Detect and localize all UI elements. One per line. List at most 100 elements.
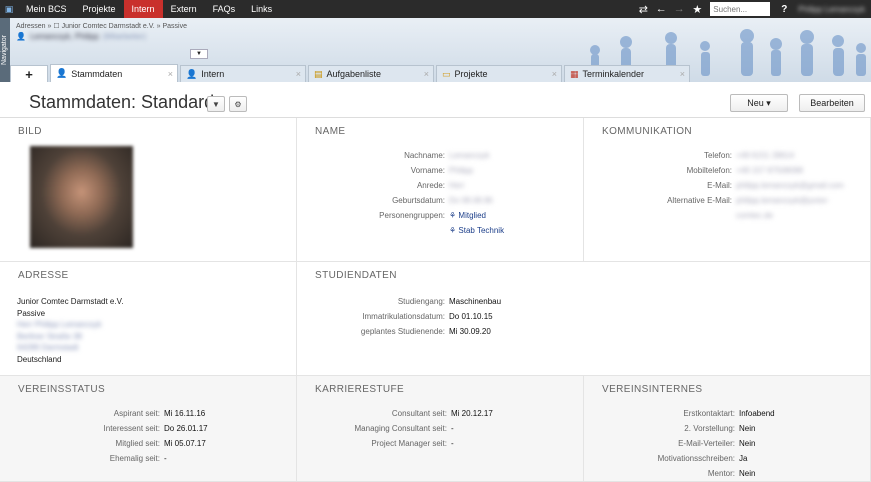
tab-label: Aufgabenliste [326,69,382,79]
section-heading: KARRIERESTUFE [315,384,405,395]
tab-label: Terminkalender [582,69,645,79]
new-button[interactable]: Neu ▾ [730,94,788,112]
field-value: Mi 20.12.17 [451,409,493,418]
field-label: E-Mail: [707,181,732,190]
field-label: Alternative E-Mail: [667,196,732,205]
gear-icon[interactable]: ⚙ [229,96,247,112]
help-button[interactable]: ? [776,4,792,15]
menu-intern[interactable]: Intern [123,0,163,18]
title-row: Stammdaten: Standard ▼ ⚙ Neu ▾ Bearbeite… [0,82,871,118]
field-value: Do 26.01.17 [164,424,208,433]
field-label: Telefon: [703,151,732,160]
close-icon[interactable]: × [424,69,429,79]
tab-aufgabenliste[interactable]: ▤ Aufgabenliste × [308,65,434,82]
email-link[interactable]: comtec.de [736,208,773,223]
panel-vereinsstatus: VEREINSSTATUS Aspirant seit: Mi 16.11.16 … [0,376,297,482]
section-heading: ADRESSE [18,270,69,281]
tab-stammdaten[interactable]: 👤 Stammdaten × [50,64,178,82]
field-value[interactable]: +49 6151 28614 [736,148,794,163]
user-name[interactable]: Philipp Lemancsyk [792,5,871,14]
tab-intern[interactable]: 👤 Intern × [180,65,306,82]
section-heading: NAME [315,126,346,137]
field-label: Managing Consultant seit: [354,424,448,433]
field-value: Lemancsyk [449,151,490,160]
close-icon[interactable]: × [296,69,301,79]
view-dropdown-button[interactable]: ▼ [207,96,225,112]
field-value: Do 01.10.15 [449,312,493,321]
tasklist-icon: ▤ [314,68,323,79]
field-value: Mi 05.07.17 [164,439,206,448]
refresh-icon[interactable]: ⇄ [634,3,652,16]
menu-links[interactable]: Links [243,0,280,18]
tab-terminkalender[interactable]: ▦ Terminkalender × [564,65,690,82]
field-label: Anrede: [416,181,445,190]
section-heading: BILD [18,126,42,137]
folder-icon: ▭ [442,68,451,79]
section-heading: VEREINSINTERNES [602,384,703,395]
navigator-toggle[interactable]: Navigator [0,18,10,82]
group-label: Mitglied [458,211,486,220]
favorite-star-icon[interactable]: ★ [688,3,706,16]
field-value: Ja [739,454,748,463]
person-role: (Mitarbeiter) [102,32,147,41]
field-label [584,208,736,223]
field-value: - [451,439,454,448]
section-heading: VEREINSSTATUS [18,384,106,395]
add-tab-button[interactable]: + [10,65,48,82]
group-icon: ⚘ [449,226,459,235]
field-value: Philipp [449,166,474,175]
person-icon: 👤 [56,68,68,78]
field-value: - [164,454,167,463]
field-label: Mobiltelefon: [686,166,732,175]
person-selector[interactable]: 👤 Lemancsyk, Philipp (Mitarbeiter) [16,32,146,41]
address-line: Berliner Straße 38 [17,331,82,341]
forward-arrow-icon[interactable]: → [670,3,688,15]
menu-faqs[interactable]: FAQs [205,0,244,18]
person-name: Lemancsyk, Philipp [29,32,99,41]
field-label [297,223,449,238]
field-label: Mentor: [707,469,735,478]
menu-mein-bcs[interactable]: Mein BCS [18,0,75,18]
field-label: geplantes Studienende: [360,327,445,336]
close-icon[interactable]: × [168,69,173,79]
profile-photo [30,146,133,248]
email-link[interactable]: philipp.lemancsyk@gmail.com [736,178,844,193]
menu-extern[interactable]: Extern [163,0,205,18]
search-input[interactable] [710,2,771,16]
app-logo-icon[interactable]: ▣ [0,0,18,18]
close-icon[interactable]: × [680,69,685,79]
page-title: Stammdaten: Standard [29,92,215,112]
address-line: Deutschland [17,354,62,364]
panel-vereinsinternes: VEREINSINTERNES Erstkontaktart: Infoabend… [584,376,871,482]
group-link[interactable]: ⚘ Stab Technik [449,223,504,238]
field-value: Do 08.08.96 [449,196,493,205]
field-value[interactable]: +49 157 87508098 [736,163,803,178]
back-arrow-icon[interactable]: ← [652,3,670,15]
field-label: Immatrikulationsdatum: [362,312,445,321]
edit-button[interactable]: Bearbeiten [799,94,865,112]
field-label: Interessent seit: [103,424,160,433]
panel-name: NAME Nachname: Lemancsyk Vorname: Philipp … [297,118,584,262]
field-label: Aspirant seit: [113,409,160,418]
field-label: Nachname: [404,151,445,160]
field-value: Infoabend [739,409,775,418]
person-dropdown-button[interactable]: ▼ [190,49,208,59]
section-heading: KOMMUNIKATION [602,126,693,137]
group-label: Stab Technik [458,226,505,235]
group-link[interactable]: ⚘ Mitglied [449,208,486,223]
field-value: - [451,424,454,433]
field-label: Vorname: [410,166,445,175]
field-label: 2. Vorstellung: [684,424,735,433]
tab-projekte[interactable]: ▭ Projekte × [436,65,562,82]
field-label: Motivationsschreiben: [657,454,735,463]
address-block: Junior Comtec Darmstadt e.V. Passive Her… [17,296,123,365]
breadcrumb[interactable]: Adressen » ☐ Junior Comtec Darmstadt e.V… [16,22,187,30]
field-label: Studiengang: [397,297,445,306]
close-icon[interactable]: × [552,69,557,79]
field-value: Nein [739,424,756,433]
address-line: Herr Philipp Lemancsyk [17,320,102,329]
menu-projekte[interactable]: Projekte [75,0,124,18]
email-link[interactable]: philipp.lemancsyk@junior- [736,193,830,208]
field-value: Mi 16.11.16 [164,409,206,418]
panel-studiendaten: STUDIENDATEN Studiengang: Maschinenbau Im… [297,262,871,376]
